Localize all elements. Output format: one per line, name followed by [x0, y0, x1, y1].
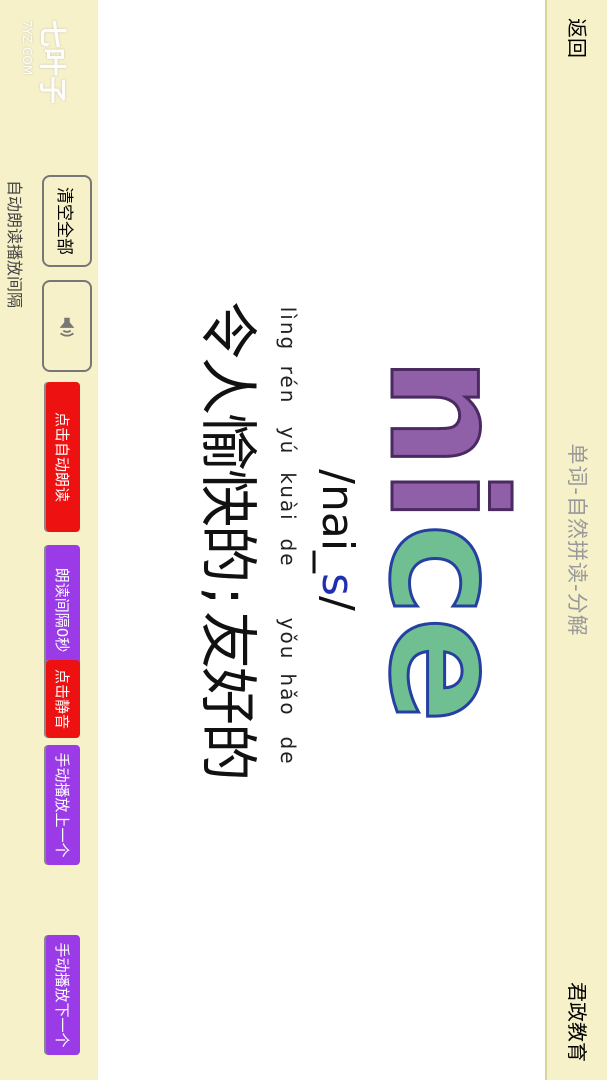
meaning-row: 令人愉快的;友好的	[191, 0, 275, 1080]
interval-hint: 自动朗读播放间隔	[5, 180, 24, 309]
word-part-2: ce	[353, 521, 540, 725]
watermark-name: 七叶子	[36, 20, 69, 105]
pinyin-syllable: yǒu	[276, 617, 300, 661]
meaning-char: 的	[194, 525, 262, 584]
word-display[interactable]: nice	[353, 0, 540, 1080]
mute-label: 点击静音	[53, 668, 72, 729]
mute-button[interactable]: 点击静音	[46, 660, 80, 738]
top-bar: 返回 单词-自然拼读-分解 君政教育	[545, 0, 607, 1080]
clear-all-label: 清空全部	[54, 187, 75, 255]
brand-label: 君政教育	[565, 982, 589, 1062]
pinyin-syllable: de	[276, 736, 300, 766]
pinyin-syllable: lìng	[276, 306, 300, 352]
next-label: 手动播放下一个	[53, 942, 72, 1048]
speaker-icon	[59, 317, 75, 337]
next-button[interactable]: 手动播放下一个	[46, 935, 80, 1055]
prev-button[interactable]: 手动播放上一个	[46, 745, 80, 865]
meaning-char: 愉	[194, 413, 262, 472]
phonetic-highlight: s	[312, 573, 363, 596]
watermark-sub: 7YZ.COM	[20, 20, 34, 76]
interval-label: 朗读间隔0秒	[53, 567, 72, 653]
app-stage: 返回 单词-自然拼读-分解 君政教育 nice /nai_s/ lìng rén y…	[0, 0, 607, 1080]
clear-all-button[interactable]: 清空全部	[42, 175, 92, 267]
pinyin-syllable: rén	[276, 365, 300, 405]
control-bar: 清空全部 点击自动朗读 朗读间隔0秒 点击静音 手动播放上一个 手动播放下一个 …	[0, 0, 98, 1080]
speaker-button[interactable]	[42, 280, 92, 372]
page-title: 单词-自然拼读-分解	[565, 443, 589, 637]
meaning-char: 令	[194, 301, 262, 360]
pinyin-syllable: kuài	[276, 472, 300, 522]
phonetic-prefix: /nai_	[312, 469, 363, 574]
pinyin-row: lìng rén yú kuài de yǒu hǎo de	[276, 0, 300, 1080]
prev-label: 手动播放上一个	[53, 752, 72, 858]
watermark: 七叶子 7YZ.COM	[7, 20, 87, 160]
meaning-char: ;	[194, 586, 262, 606]
phonetic: /nai_s/	[312, 0, 363, 1080]
interval-button[interactable]: 朗读间隔0秒	[46, 545, 80, 675]
meaning-char: 好	[194, 667, 262, 726]
meaning-char: 的	[194, 723, 262, 782]
meaning-char: 快	[194, 469, 262, 528]
auto-read-button[interactable]: 点击自动朗读	[46, 382, 80, 532]
auto-read-label: 点击自动朗读	[53, 411, 72, 502]
meaning-char: 友	[194, 611, 262, 670]
pinyin-syllable: yú	[276, 426, 300, 456]
pinyin-syllable: de	[276, 538, 300, 568]
word-card: nice /nai_s/ lìng rén yú kuài de yǒu hǎo de 令人愉…	[98, 0, 545, 1080]
pinyin-syllable: hǎo	[276, 673, 300, 717]
phonetic-suffix: /	[312, 596, 363, 611]
meaning-char: 人	[194, 357, 262, 416]
word-part-1: ni	[353, 355, 540, 525]
